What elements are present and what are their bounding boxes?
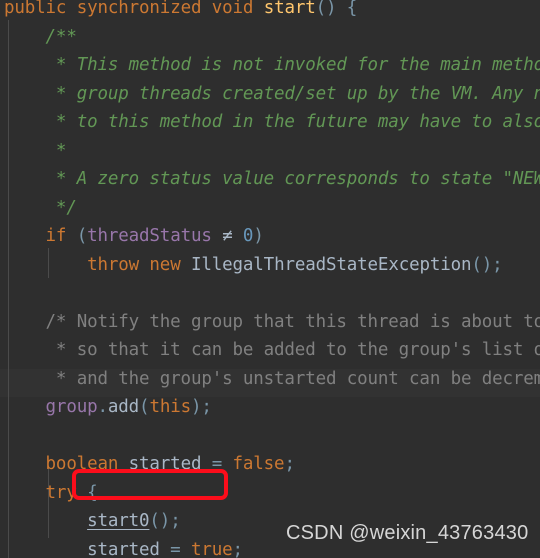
code-token: try (45, 482, 77, 503)
code-token: * and the group's unstarted count can be… (4, 368, 540, 389)
code-token: = (159, 539, 191, 558)
code-token: ( (76, 226, 88, 246)
code-token: (); (471, 254, 503, 275)
code-line[interactable]: throw new IllegalThreadStateException(); (4, 251, 503, 280)
code-token: threadStatus (87, 226, 212, 246)
code-line[interactable]: */ (4, 194, 77, 223)
code-token: ; (284, 454, 295, 474)
code-token: (); (149, 511, 181, 531)
code-token: * group threads created/set up by the VM… (4, 83, 540, 104)
code-line[interactable]: if (threadStatus ≠ 0) (4, 222, 264, 251)
code-token: public (4, 0, 67, 18)
code-token: false (232, 454, 285, 474)
code-token: () { (315, 0, 358, 18)
code-line[interactable]: * to this method in the future may have … (4, 108, 540, 137)
code-token: * (4, 140, 67, 161)
code-token: group (45, 397, 98, 417)
code-token: * to this method in the future may have … (4, 112, 540, 132)
code-token: /* Notify the group that this thread is … (4, 311, 540, 332)
code-token: * so that it can be added to the group's… (4, 340, 540, 360)
code-token: ≠ (222, 226, 233, 246)
code-token: this (149, 397, 191, 417)
code-token: start0 (87, 511, 150, 531)
code-token: throw (87, 254, 140, 275)
code-token: */ (4, 197, 77, 218)
code-line[interactable]: * (4, 137, 67, 166)
source-code[interactable]: public synchronized void start() { /** *… (0, 0, 540, 558)
code-token: ) (253, 226, 264, 246)
code-line[interactable]: * so that it can be added to the group's… (4, 336, 540, 365)
code-token: true (190, 539, 233, 558)
code-token: * A zero status value corresponds to sta… (4, 169, 540, 189)
code-token: new (149, 254, 181, 275)
code-token: start (263, 0, 316, 18)
code-line[interactable]: * and the group's unstarted count can be… (4, 365, 540, 394)
csdn-watermark: CSDN @weixin_43763430 (286, 522, 529, 544)
code-token: add (107, 397, 140, 417)
code-line[interactable]: group.add(this); (4, 393, 212, 422)
code-token: { (76, 482, 98, 503)
code-token: . (97, 397, 108, 417)
code-token: IllegalThreadStateException (190, 254, 472, 275)
code-editor-viewport[interactable]: public synchronized void start() { /** *… (0, 0, 540, 558)
code-line[interactable]: * This method is not invoked for the mai… (4, 51, 540, 80)
code-token: started (87, 539, 160, 558)
code-token: ; (232, 539, 244, 558)
code-line[interactable]: boolean started = false; (4, 450, 295, 479)
code-token: boolean (45, 454, 119, 474)
code-token: ); (190, 397, 212, 417)
code-token: void (211, 0, 254, 18)
code-token: * This method is not invoked for the mai… (4, 55, 540, 75)
code-line[interactable]: /* Notify the group that this thread is … (4, 308, 540, 337)
code-line[interactable] (4, 422, 14, 451)
code-token: /** (4, 26, 77, 47)
code-token: started (128, 454, 202, 474)
code-token: synchronized (76, 0, 202, 18)
code-token: = (201, 454, 233, 474)
code-line[interactable] (4, 279, 14, 308)
code-line[interactable]: started = true; (4, 536, 243, 558)
code-line[interactable]: * group threads created/set up by the VM… (4, 80, 540, 109)
code-line[interactable]: public synchronized void start() { (4, 0, 357, 23)
code-line[interactable]: * A zero status value corresponds to sta… (4, 165, 540, 194)
code-token: 0 (242, 226, 254, 246)
code-line[interactable]: /** (4, 23, 77, 52)
code-token: ( (139, 397, 150, 417)
code-line[interactable]: start0(); (4, 507, 181, 536)
code-token: if (45, 226, 67, 246)
code-line[interactable]: try { (4, 479, 98, 508)
